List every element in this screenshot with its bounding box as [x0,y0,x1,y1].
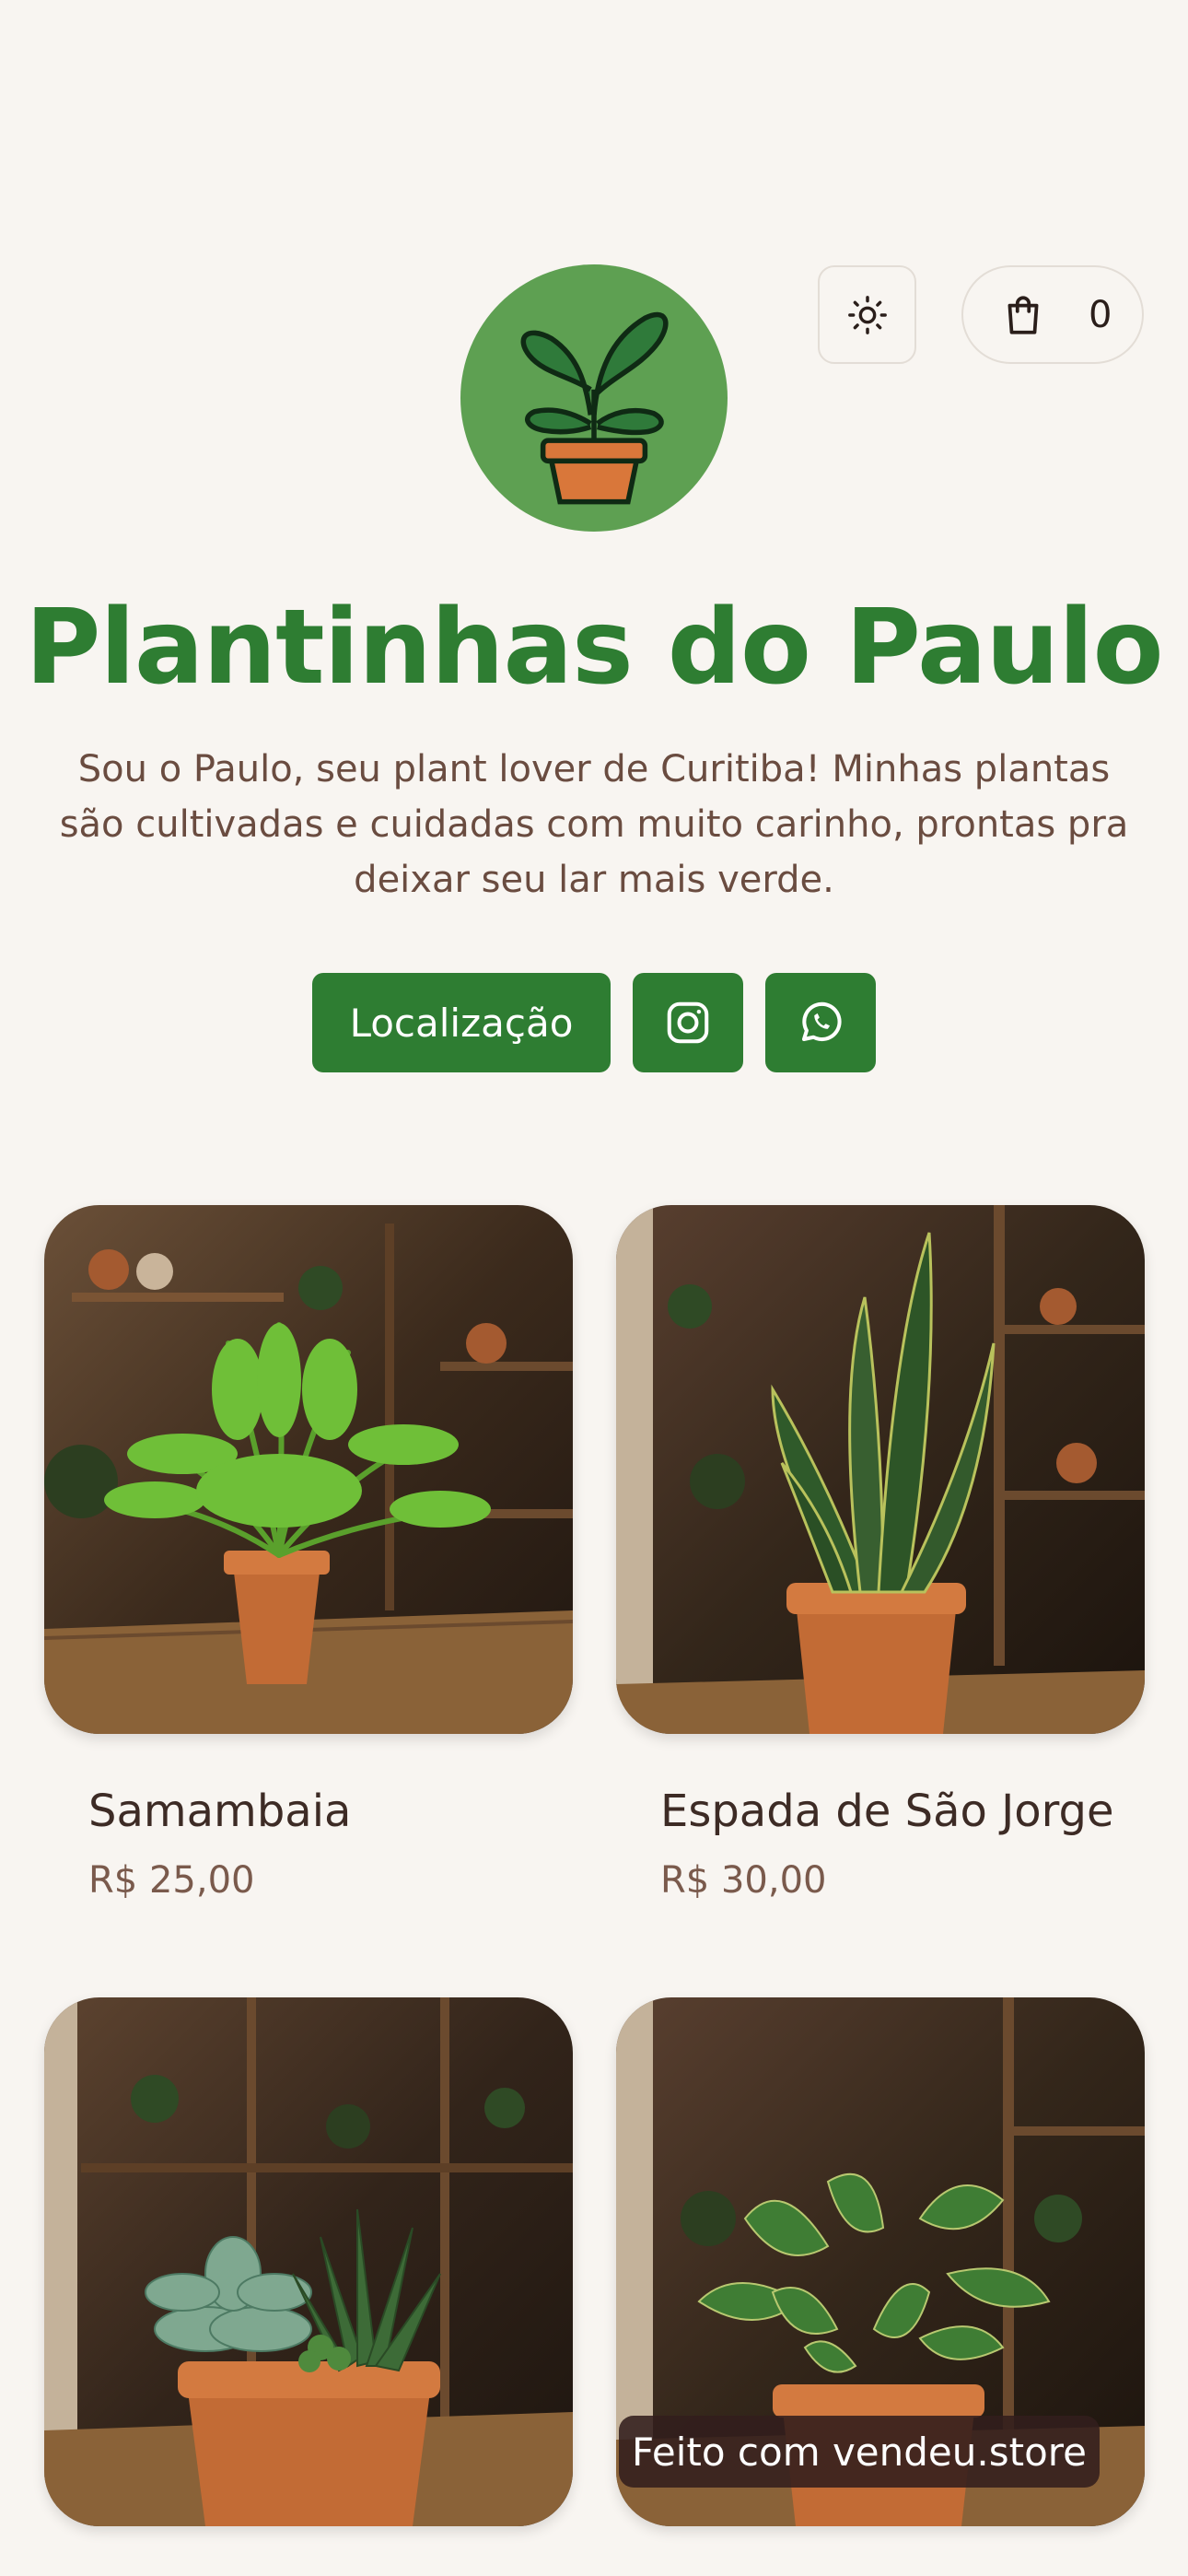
product-price: R$ 30,00 [660,1859,827,1902]
whatsapp-icon [801,1001,842,1042]
product-card[interactable]: Espada de São Jorge R$ 30,00 [616,1205,1145,1902]
instagram-icon [667,1001,709,1044]
product-card[interactable] [44,1997,573,2526]
product-image-suculentas[interactable] [44,1997,573,2526]
cart-button[interactable]: 0 [961,265,1144,364]
store-description: Sou o Paulo, seu plant lover de Curitiba… [59,748,1129,901]
product-name[interactable]: Espada de São Jorge [660,1786,1114,1837]
theme-toggle-button[interactable] [818,265,916,364]
potted-plant-icon [520,311,669,505]
made-with-badge[interactable]: Feito com vendeu.store [619,2416,1100,2488]
location-button[interactable]: Localização [312,973,611,1072]
product-image-espada-de-sao-jorge[interactable] [616,1205,1145,1734]
cart-count: 0 [1089,293,1112,336]
product-card[interactable]: Samambaia R$ 25,00 [44,1205,573,1902]
store-logo [460,264,728,532]
whatsapp-button[interactable] [765,973,876,1072]
product-name[interactable]: Samambaia [88,1786,351,1837]
sun-icon [847,295,887,334]
instagram-button[interactable] [633,973,743,1072]
product-price: R$ 25,00 [88,1859,255,1902]
shopping-bag-icon [1007,295,1039,334]
store-page: 0 Plantinhas do Paulo Sou o Paulo, seu p… [0,0,1188,2576]
store-title: Plantinhas do Paulo [25,588,1163,708]
product-image-samambaia[interactable] [44,1205,573,1734]
